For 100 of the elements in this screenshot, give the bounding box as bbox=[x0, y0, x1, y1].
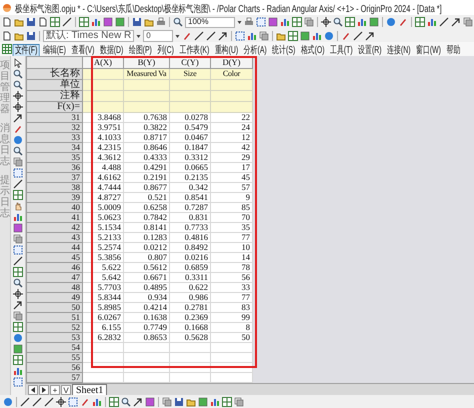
crosshair-icon[interactable] bbox=[13, 289, 23, 299]
layers-icon[interactable] bbox=[13, 311, 23, 321]
layers-icon[interactable] bbox=[13, 234, 23, 244]
row-number[interactable]: 34 bbox=[26, 142, 82, 152]
grid-icon[interactable] bbox=[13, 267, 23, 277]
magnifier-icon[interactable] bbox=[173, 17, 183, 27]
printer-icon[interactable] bbox=[156, 17, 166, 27]
bar-chart-icon[interactable] bbox=[312, 30, 322, 40]
selection-icon[interactable] bbox=[235, 30, 246, 40]
bar-chart-icon[interactable] bbox=[92, 396, 102, 406]
crosshair-icon[interactable] bbox=[56, 396, 66, 406]
arrow-icon[interactable] bbox=[451, 17, 461, 27]
selection-icon[interactable] bbox=[13, 377, 23, 387]
bar-chart-icon[interactable] bbox=[91, 17, 101, 27]
sheet-tab[interactable]: Sheet1 bbox=[72, 384, 108, 395]
magnifier-icon[interactable] bbox=[121, 396, 131, 406]
menu-item[interactable]: 文件(F) bbox=[12, 44, 40, 56]
bar-chart-icon[interactable] bbox=[427, 17, 437, 27]
bar-chart-icon[interactable] bbox=[13, 212, 23, 222]
crosshair-icon[interactable] bbox=[321, 17, 331, 27]
grid-icon[interactable] bbox=[13, 190, 23, 200]
row-number[interactable]: 45 bbox=[26, 252, 82, 262]
arrow-icon[interactable] bbox=[13, 300, 23, 310]
grid-icon[interactable] bbox=[79, 17, 89, 27]
grid-icon[interactable] bbox=[13, 322, 23, 332]
crosshair-icon[interactable] bbox=[13, 102, 23, 112]
menu-item[interactable]: 编辑(E) bbox=[40, 44, 68, 56]
line-icon[interactable] bbox=[20, 396, 30, 406]
layers-icon[interactable] bbox=[463, 17, 473, 27]
row-number[interactable]: 33 bbox=[26, 132, 82, 142]
row-number[interactable]: 37 bbox=[26, 172, 82, 182]
arrow-icon[interactable] bbox=[133, 396, 143, 406]
brush-icon[interactable] bbox=[13, 124, 23, 134]
square-icon[interactable] bbox=[13, 344, 23, 354]
font-field[interactable]: 默认: Times New R bbox=[43, 30, 134, 42]
grid-icon[interactable] bbox=[345, 17, 355, 27]
next-sheet-button[interactable] bbox=[39, 385, 49, 395]
menu-item[interactable]: 格式(O) bbox=[298, 44, 327, 56]
grid-icon[interactable] bbox=[50, 17, 60, 27]
square-icon[interactable] bbox=[115, 17, 125, 27]
grid-icon[interactable] bbox=[13, 355, 23, 365]
arrow-icon[interactable] bbox=[218, 30, 228, 40]
grid-icon[interactable] bbox=[288, 30, 298, 40]
selection-icon[interactable] bbox=[256, 17, 266, 27]
sheet-nav-button[interactable]: + bbox=[50, 385, 60, 395]
menu-item[interactable]: 帮助 bbox=[444, 44, 462, 56]
magnifier-icon[interactable] bbox=[13, 80, 23, 90]
grid-icon[interactable] bbox=[222, 396, 232, 406]
bar-chart-icon[interactable] bbox=[13, 366, 23, 376]
line-icon[interactable] bbox=[206, 30, 216, 40]
folder-icon[interactable] bbox=[144, 17, 154, 27]
magnifier-icon[interactable] bbox=[13, 278, 23, 288]
layers-icon[interactable] bbox=[162, 396, 172, 406]
row-number[interactable]: 32 bbox=[26, 122, 82, 132]
font-size-field[interactable]: 0 bbox=[143, 30, 174, 42]
square-icon[interactable] bbox=[268, 17, 278, 27]
document-icon[interactable] bbox=[38, 17, 48, 27]
line-icon[interactable] bbox=[353, 30, 364, 40]
bubble-icon[interactable] bbox=[324, 30, 334, 40]
row-number[interactable]: 47 bbox=[26, 272, 82, 282]
menu-item[interactable]: 连接(N) bbox=[385, 44, 413, 56]
layers-icon[interactable] bbox=[259, 30, 270, 40]
square-icon[interactable] bbox=[300, 30, 310, 40]
row-number[interactable]: 38 bbox=[26, 182, 82, 192]
brush-icon[interactable] bbox=[398, 17, 408, 27]
row-number[interactable]: 40 bbox=[26, 202, 82, 212]
layers-icon[interactable] bbox=[304, 17, 314, 27]
sheet-nav-button[interactable]: V bbox=[61, 385, 71, 395]
crosshair-icon[interactable] bbox=[13, 91, 23, 101]
square-icon[interactable] bbox=[198, 396, 208, 406]
line-icon[interactable] bbox=[32, 396, 42, 406]
row-number[interactable]: 55 bbox=[26, 352, 82, 362]
bar-chart-icon[interactable] bbox=[210, 396, 220, 406]
previous-sheet-button[interactable] bbox=[28, 385, 38, 395]
row-number[interactable]: 44 bbox=[26, 242, 82, 252]
pointer-icon[interactable] bbox=[13, 58, 23, 68]
selection-icon[interactable] bbox=[13, 245, 23, 255]
square-icon[interactable] bbox=[103, 17, 113, 27]
menu-item[interactable]: 窗口(W) bbox=[414, 44, 443, 56]
square-icon[interactable] bbox=[145, 396, 155, 406]
row-number[interactable]: 46 bbox=[26, 262, 82, 272]
arrow-icon[interactable] bbox=[13, 113, 23, 123]
printer-icon[interactable] bbox=[244, 17, 254, 27]
line-icon[interactable] bbox=[44, 396, 54, 406]
magnifier-icon[interactable] bbox=[13, 146, 23, 156]
line-icon[interactable] bbox=[62, 17, 72, 27]
bubble-icon[interactable] bbox=[386, 17, 396, 27]
row-number[interactable]: 57 bbox=[26, 372, 82, 382]
menu-item[interactable]: 数据(D) bbox=[98, 44, 126, 56]
menu-item[interactable]: 重构(U) bbox=[212, 44, 240, 56]
row-number[interactable]: 35 bbox=[26, 152, 82, 162]
square-icon[interactable] bbox=[13, 223, 23, 233]
zoom-field[interactable]: 100% bbox=[185, 16, 235, 28]
bar-chart-icon[interactable] bbox=[247, 30, 258, 40]
row-number[interactable]: 54 bbox=[26, 342, 82, 352]
bubble-icon[interactable] bbox=[3, 396, 13, 406]
line-icon[interactable] bbox=[439, 17, 449, 27]
magnifier-icon[interactable] bbox=[333, 17, 343, 27]
bar-chart-icon[interactable] bbox=[357, 17, 367, 27]
selection-icon[interactable] bbox=[68, 396, 78, 406]
